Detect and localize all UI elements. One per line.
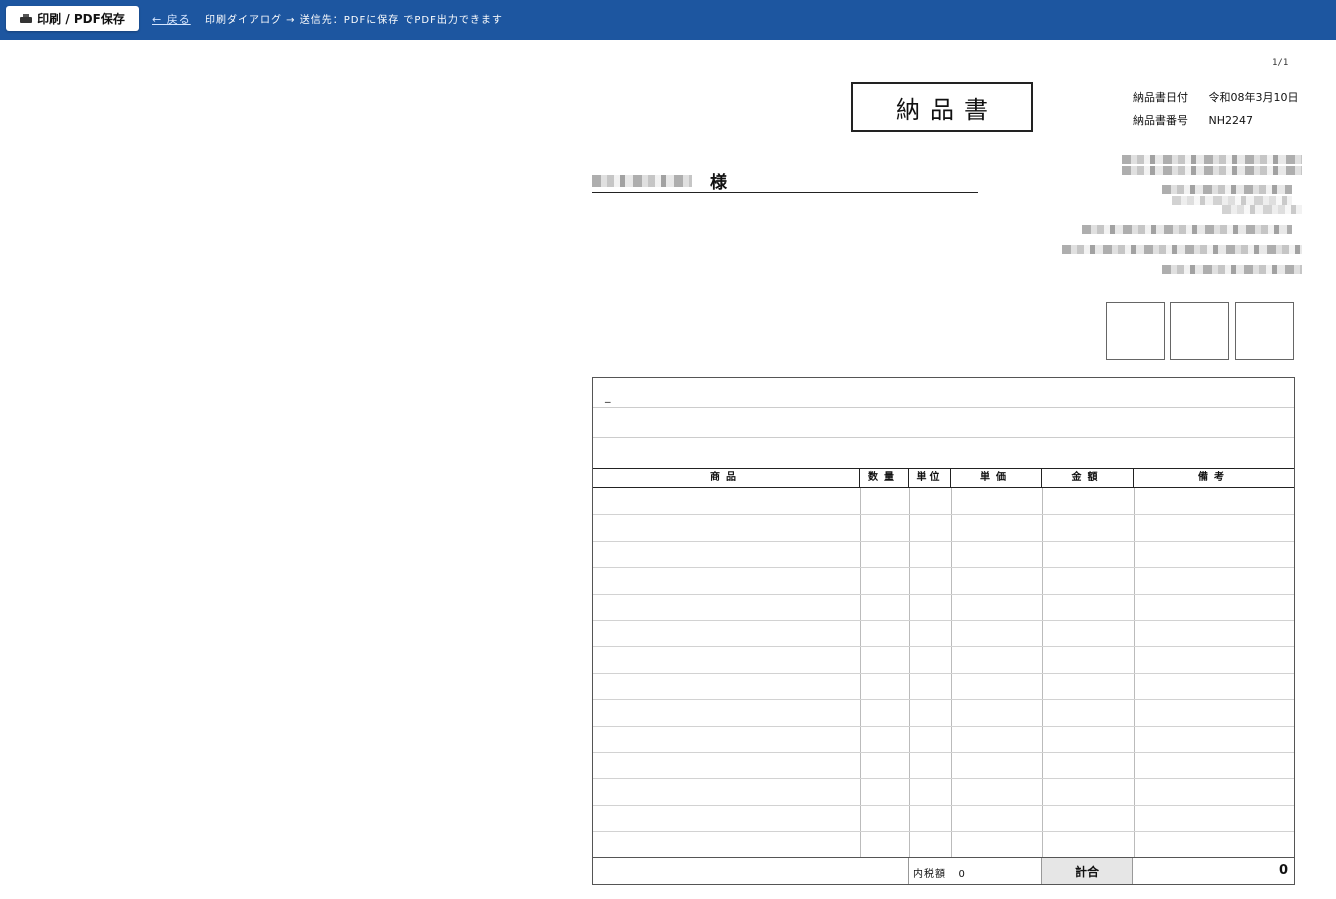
tax-value: 0 xyxy=(958,869,966,880)
note-dash: _ xyxy=(605,390,611,403)
table-row-divider xyxy=(593,540,1294,542)
stamp-box-2 xyxy=(1170,302,1229,360)
tax-row: 内税額 0 xyxy=(913,865,966,880)
redacted-sender-line-8 xyxy=(1162,265,1302,274)
customer-underline xyxy=(592,192,978,193)
table-row-divider xyxy=(593,514,1294,516)
header-product: 商品 xyxy=(593,469,860,487)
total-value: 0 xyxy=(1278,863,1288,878)
table-row-divider xyxy=(593,725,1294,727)
table-row-divider xyxy=(593,567,1294,569)
stamp-box-1 xyxy=(1106,302,1165,360)
print-hint-text: 印刷ダイアログ → 送信先：PDFに保存 でPDF出力できます xyxy=(205,15,503,26)
printer-icon xyxy=(20,13,33,24)
delivery-date-label: 納品書日付 xyxy=(1133,91,1188,104)
back-link[interactable]: ← 戻る xyxy=(152,11,191,27)
customer-honorific: 様 xyxy=(710,173,727,193)
stamp-box-3 xyxy=(1235,302,1294,360)
top-toolbar: 印刷 / PDF保存 ← 戻る 印刷ダイアログ → 送信先：PDFに保存 でPD… xyxy=(0,0,1336,40)
redacted-sender-line-2 xyxy=(1122,166,1302,175)
table-row-divider xyxy=(593,752,1294,753)
delivery-date-row: 納品書日付 令和08年3月10日 xyxy=(1133,89,1299,105)
header-quantity: 数量 xyxy=(860,469,909,487)
delivery-number-row: 納品書番号 NH2247 xyxy=(1133,112,1253,128)
redacted-sender-line-6 xyxy=(1082,225,1292,234)
table-header-row: 商品 数量 単位 単価 金額 備考 xyxy=(593,468,1294,488)
header-unit-price: 単価 xyxy=(951,469,1042,487)
redacted-sender-line-4 xyxy=(1172,196,1292,205)
redacted-sender-line-7 xyxy=(1062,245,1302,254)
redacted-customer-name xyxy=(592,175,692,187)
total-row: 内税額 0 計合 0 xyxy=(593,857,1294,884)
tax-label: 内税額 xyxy=(913,869,946,880)
redacted-sender-line-3 xyxy=(1162,185,1292,194)
table-row-divider xyxy=(593,646,1294,648)
delivery-table-frame: _ 商品 数量 単位 単価 金額 備考 内税額 0 計合 0 xyxy=(592,377,1295,885)
print-button-label: 印刷 / PDF保存 xyxy=(37,12,125,26)
document-title: 納品書 xyxy=(851,82,1033,132)
table-row-divider xyxy=(593,804,1294,806)
redacted-sender-line-5 xyxy=(1222,205,1302,214)
total-label: 計合 xyxy=(1041,858,1133,884)
header-amount: 金額 xyxy=(1042,469,1134,487)
page-indicator: 1/1 xyxy=(1272,58,1289,68)
table-row-divider xyxy=(593,699,1294,701)
print-pdf-button[interactable]: 印刷 / PDF保存 xyxy=(6,6,139,31)
header-remarks: 備考 xyxy=(1198,472,1230,483)
note-row-2 xyxy=(593,408,1294,438)
note-row-3 xyxy=(593,438,1294,468)
table-row-divider xyxy=(593,593,1294,595)
table-row-divider xyxy=(593,620,1294,621)
header-unit: 単位 xyxy=(909,469,951,487)
delivery-number-value: NH2247 xyxy=(1208,114,1254,127)
total-separator-1 xyxy=(908,858,909,884)
delivery-date-value: 令和08年3月10日 xyxy=(1208,91,1299,104)
redacted-sender-line-1 xyxy=(1122,155,1302,164)
table-row-divider xyxy=(593,778,1294,780)
table-row-divider xyxy=(593,831,1294,833)
note-row-1: _ xyxy=(593,378,1294,408)
table-row-divider xyxy=(593,672,1294,674)
delivery-number-label: 納品書番号 xyxy=(1133,114,1188,127)
